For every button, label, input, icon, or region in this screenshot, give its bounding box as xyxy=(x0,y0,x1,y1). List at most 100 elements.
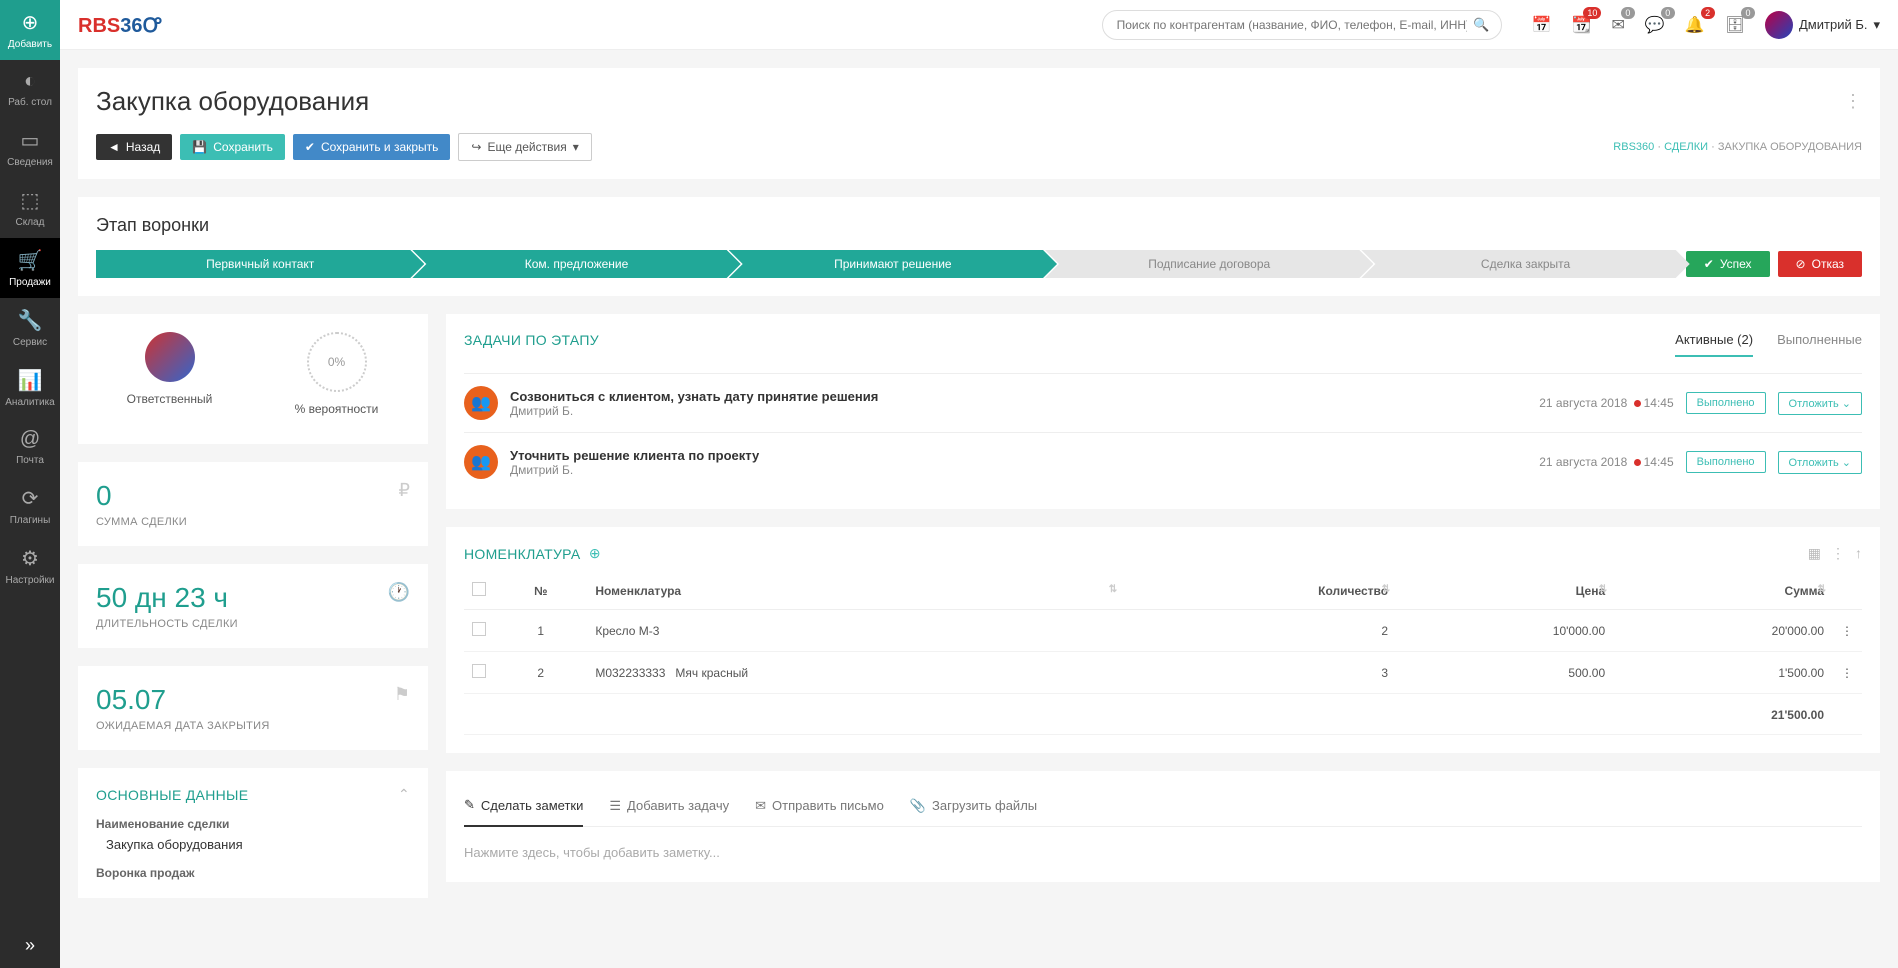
total-value: 21'500.00 xyxy=(1613,694,1832,735)
success-button[interactable]: ✔ Успех xyxy=(1686,251,1770,277)
sidebar-item-settings[interactable]: ⚙Настройки xyxy=(0,536,60,596)
done-button[interactable]: Выполнено xyxy=(1686,392,1766,414)
funnel-title: Этап воронки xyxy=(96,215,1862,236)
more-actions-button[interactable]: ↪Еще действия▾ xyxy=(458,133,591,161)
duration-value: 50 дн 23 ч xyxy=(96,582,238,614)
calendar-icon[interactable]: 📅 xyxy=(1532,15,1552,35)
wrench-icon: 🔧 xyxy=(18,308,43,333)
save-button[interactable]: 💾Сохранить xyxy=(180,134,285,160)
nom-menu-icon[interactable]: ⋮ xyxy=(1831,545,1845,562)
col-name[interactable]: Номенклатура xyxy=(587,572,1123,610)
bell-icon[interactable]: 🔔2 xyxy=(1685,15,1705,35)
plus-circle-icon: ⊕ xyxy=(22,10,39,35)
cancel-icon: ⊘ xyxy=(1796,257,1806,271)
flag-icon: ⚑ xyxy=(394,684,410,705)
task-date: 21 августа 2018 14:45 xyxy=(1539,455,1673,469)
tab-send-mail[interactable]: ✉Отправить письмо xyxy=(755,789,884,826)
share-icon: ↪ xyxy=(471,140,481,154)
upload-icon[interactable]: ↑ xyxy=(1855,545,1862,562)
row-checkbox[interactable] xyxy=(472,664,486,678)
sidebar-item-service[interactable]: 🔧Сервис xyxy=(0,298,60,358)
drawer-icon[interactable]: 🗄0 xyxy=(1725,15,1745,35)
col-number[interactable]: № xyxy=(494,572,587,610)
breadcrumb-deals[interactable]: СДЕЛКИ xyxy=(1664,141,1708,153)
overdue-dot-icon xyxy=(1634,400,1641,407)
row-menu-icon[interactable]: ⋮ xyxy=(1841,666,1853,680)
close-date-label: ОЖИДАЕМАЯ ДАТА ЗАКРЫТИЯ xyxy=(96,720,270,732)
task-title[interactable]: Созвониться с клиентом, узнать дату прин… xyxy=(510,389,1527,404)
stage-closed[interactable]: Сделка закрыта xyxy=(1361,250,1689,278)
chat-icon[interactable]: 💬0 xyxy=(1645,15,1665,35)
stage-decision[interactable]: Принимают решение xyxy=(729,250,1057,278)
refresh-icon: ⟳ xyxy=(22,486,39,511)
logo[interactable]: RBS36Ꝍ xyxy=(78,11,161,38)
owner-label: Ответственный xyxy=(127,392,213,406)
check-icon: ✔ xyxy=(305,140,315,154)
stage-contact[interactable]: Первичный контакт xyxy=(96,250,424,278)
delay-button[interactable]: Отложить ⌄ xyxy=(1778,451,1862,474)
grid-view-icon[interactable]: ▦ xyxy=(1808,545,1821,562)
save-icon: 💾 xyxy=(192,140,207,154)
tab-make-note[interactable]: ✎Сделать заметки xyxy=(464,789,583,827)
duration-label: ДЛИТЕЛЬНОСТЬ СДЕЛКИ xyxy=(96,618,238,630)
done-button[interactable]: Выполнено xyxy=(1686,451,1766,473)
list-icon: ☰ xyxy=(609,798,621,814)
tab-add-task[interactable]: ☰Добавить задачу xyxy=(609,789,729,826)
row-menu-icon[interactable]: ⋮ xyxy=(1841,624,1853,638)
deal-name-value[interactable]: Закупка оборудования xyxy=(96,837,410,852)
nomenclature-card: НОМЕНКЛАТУРА ⊕ ▦ ⋮ ↑ № xyxy=(446,527,1880,753)
col-sum[interactable]: Сумма xyxy=(1613,572,1832,610)
select-all-checkbox[interactable] xyxy=(472,582,486,596)
sum-value: 0 xyxy=(96,480,187,512)
col-qty[interactable]: Количество xyxy=(1123,572,1396,610)
chevron-down-icon: ▾ xyxy=(1873,17,1880,33)
breadcrumb-root[interactable]: RBS360 xyxy=(1613,141,1654,153)
back-button[interactable]: ◄Назад xyxy=(96,134,172,160)
sidebar-item-warehouse[interactable]: ⬚Склад xyxy=(0,178,60,238)
task-type-icon: 👥 xyxy=(464,386,498,420)
close-date-value: 05.07 xyxy=(96,684,270,716)
fail-button[interactable]: ⊘ Отказ xyxy=(1778,251,1862,277)
tab-active-tasks[interactable]: Активные (2) xyxy=(1675,332,1753,357)
sidebar-item-sales[interactable]: 🛒Продажи xyxy=(0,238,60,298)
tab-upload-files[interactable]: 📎Загрузить файлы xyxy=(910,789,1037,826)
page-title: Закупка оборудования xyxy=(96,86,369,117)
collapse-icon[interactable]: ⌃ xyxy=(398,786,410,803)
task-owner: Дмитрий Б. xyxy=(510,463,1527,477)
sidebar-item-analytics[interactable]: 📊Аналитика xyxy=(0,358,60,418)
user-menu[interactable]: Дмитрий Б. ▾ xyxy=(1765,11,1880,39)
delay-button[interactable]: Отложить ⌄ xyxy=(1778,392,1862,415)
task-title[interactable]: Уточнить решение клиента по проекту xyxy=(510,448,1527,463)
page-menu-icon[interactable]: ⋮ xyxy=(1844,91,1862,112)
task-row: 👥 Уточнить решение клиента по проекту Дм… xyxy=(464,432,1862,491)
search-icon[interactable]: 🔍 xyxy=(1473,17,1489,33)
funnel-card: Этап воронки Первичный контакт Ком. пред… xyxy=(78,197,1880,296)
sidebar-collapse[interactable]: » xyxy=(0,923,60,968)
row-checkbox[interactable] xyxy=(472,622,486,636)
envelope-icon[interactable]: ✉0 xyxy=(1611,15,1624,35)
note-input[interactable]: Нажмите здесь, чтобы добавить заметку... xyxy=(464,841,1862,864)
sidebar-item-dashboard[interactable]: ◐Раб. стол xyxy=(0,60,60,118)
sidebar-item-plugins[interactable]: ⟳Плагины xyxy=(0,476,60,536)
table-row: 1 Кресло М-3 2 10'000.00 20'000.00 ⋮ xyxy=(464,610,1862,652)
probability-circle: 0% xyxy=(307,332,367,392)
ruble-icon: ₽ xyxy=(399,480,410,501)
save-close-button[interactable]: ✔Сохранить и закрыть xyxy=(293,134,451,160)
sidebar-item-mail[interactable]: @Почта xyxy=(0,418,60,476)
sidebar-item-info[interactable]: ▭Сведения xyxy=(0,118,60,178)
task-type-icon: 👥 xyxy=(464,445,498,479)
sidebar-item-add[interactable]: ⊕Добавить xyxy=(0,0,60,60)
at-icon: @ xyxy=(20,428,40,451)
add-nom-icon[interactable]: ⊕ xyxy=(589,545,601,562)
tab-done-tasks[interactable]: Выполненные xyxy=(1777,332,1862,357)
search-input[interactable] xyxy=(1102,10,1502,40)
mail-icon: ✉ xyxy=(755,798,766,814)
overdue-dot-icon xyxy=(1634,459,1641,466)
date-icon[interactable]: 📆10 xyxy=(1572,15,1592,35)
user-name: Дмитрий Б. xyxy=(1799,17,1867,32)
col-price[interactable]: Цена xyxy=(1396,572,1613,610)
stage-contract[interactable]: Подписание договора xyxy=(1045,250,1373,278)
arrow-left-icon: ◄ xyxy=(108,140,120,154)
owner-avatar[interactable] xyxy=(145,332,195,382)
stage-offer[interactable]: Ком. предложение xyxy=(412,250,740,278)
